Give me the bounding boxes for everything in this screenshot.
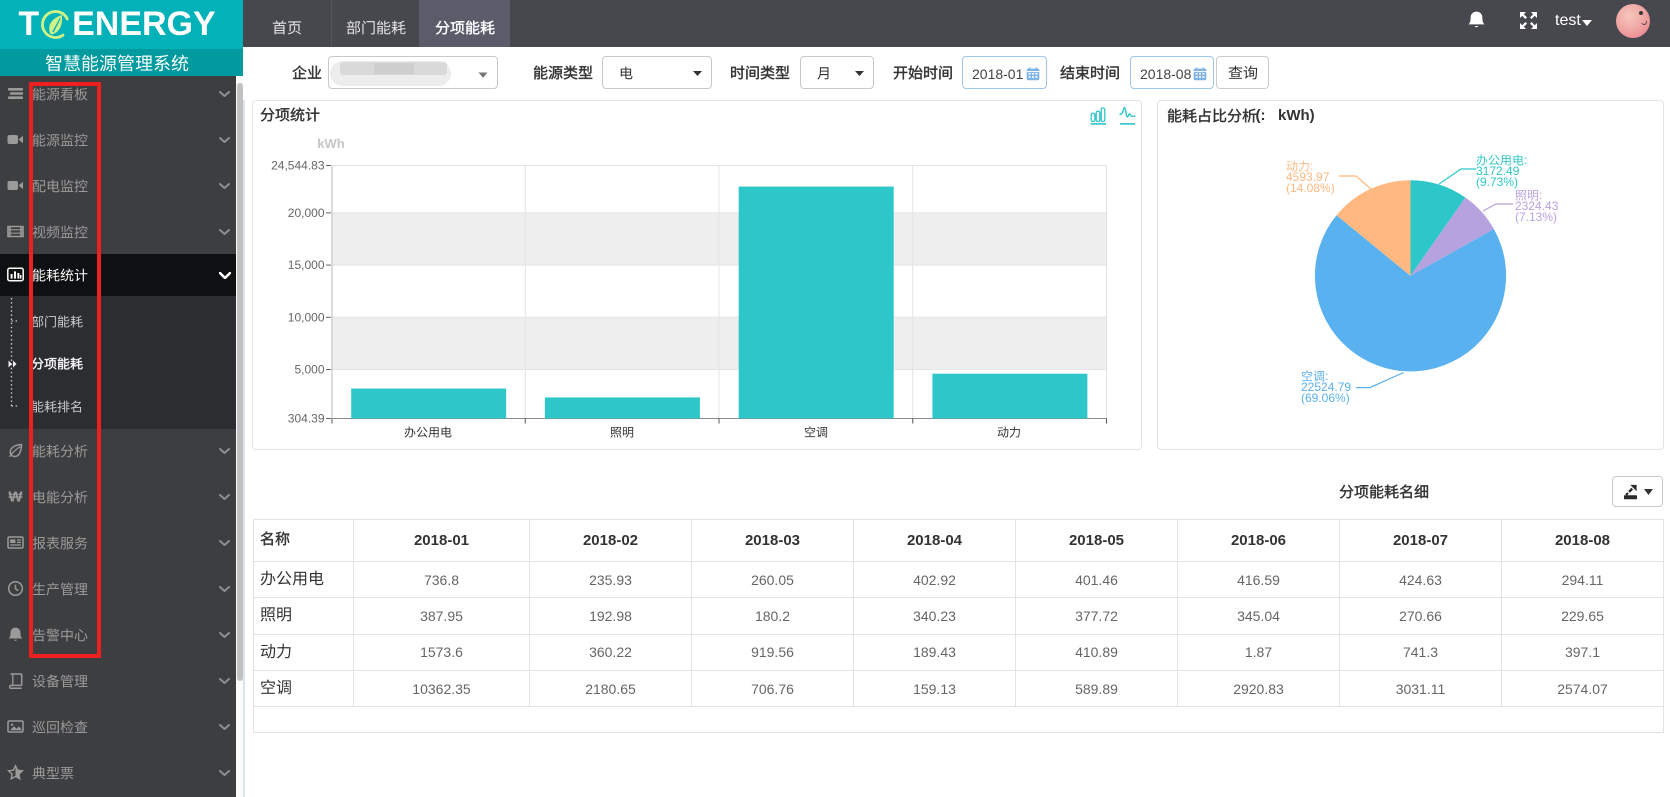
svg-text:15,000: 15,000 (287, 258, 324, 272)
svg-text:kWh: kWh (317, 136, 345, 151)
svg-text:20,000: 20,000 (287, 206, 324, 220)
svg-text:24,544.83: 24,544.83 (271, 159, 325, 173)
svg-text:10,000: 10,000 (287, 310, 324, 324)
svg-text:304.39: 304.39 (287, 412, 324, 426)
svg-text:5,000: 5,000 (294, 363, 324, 377)
